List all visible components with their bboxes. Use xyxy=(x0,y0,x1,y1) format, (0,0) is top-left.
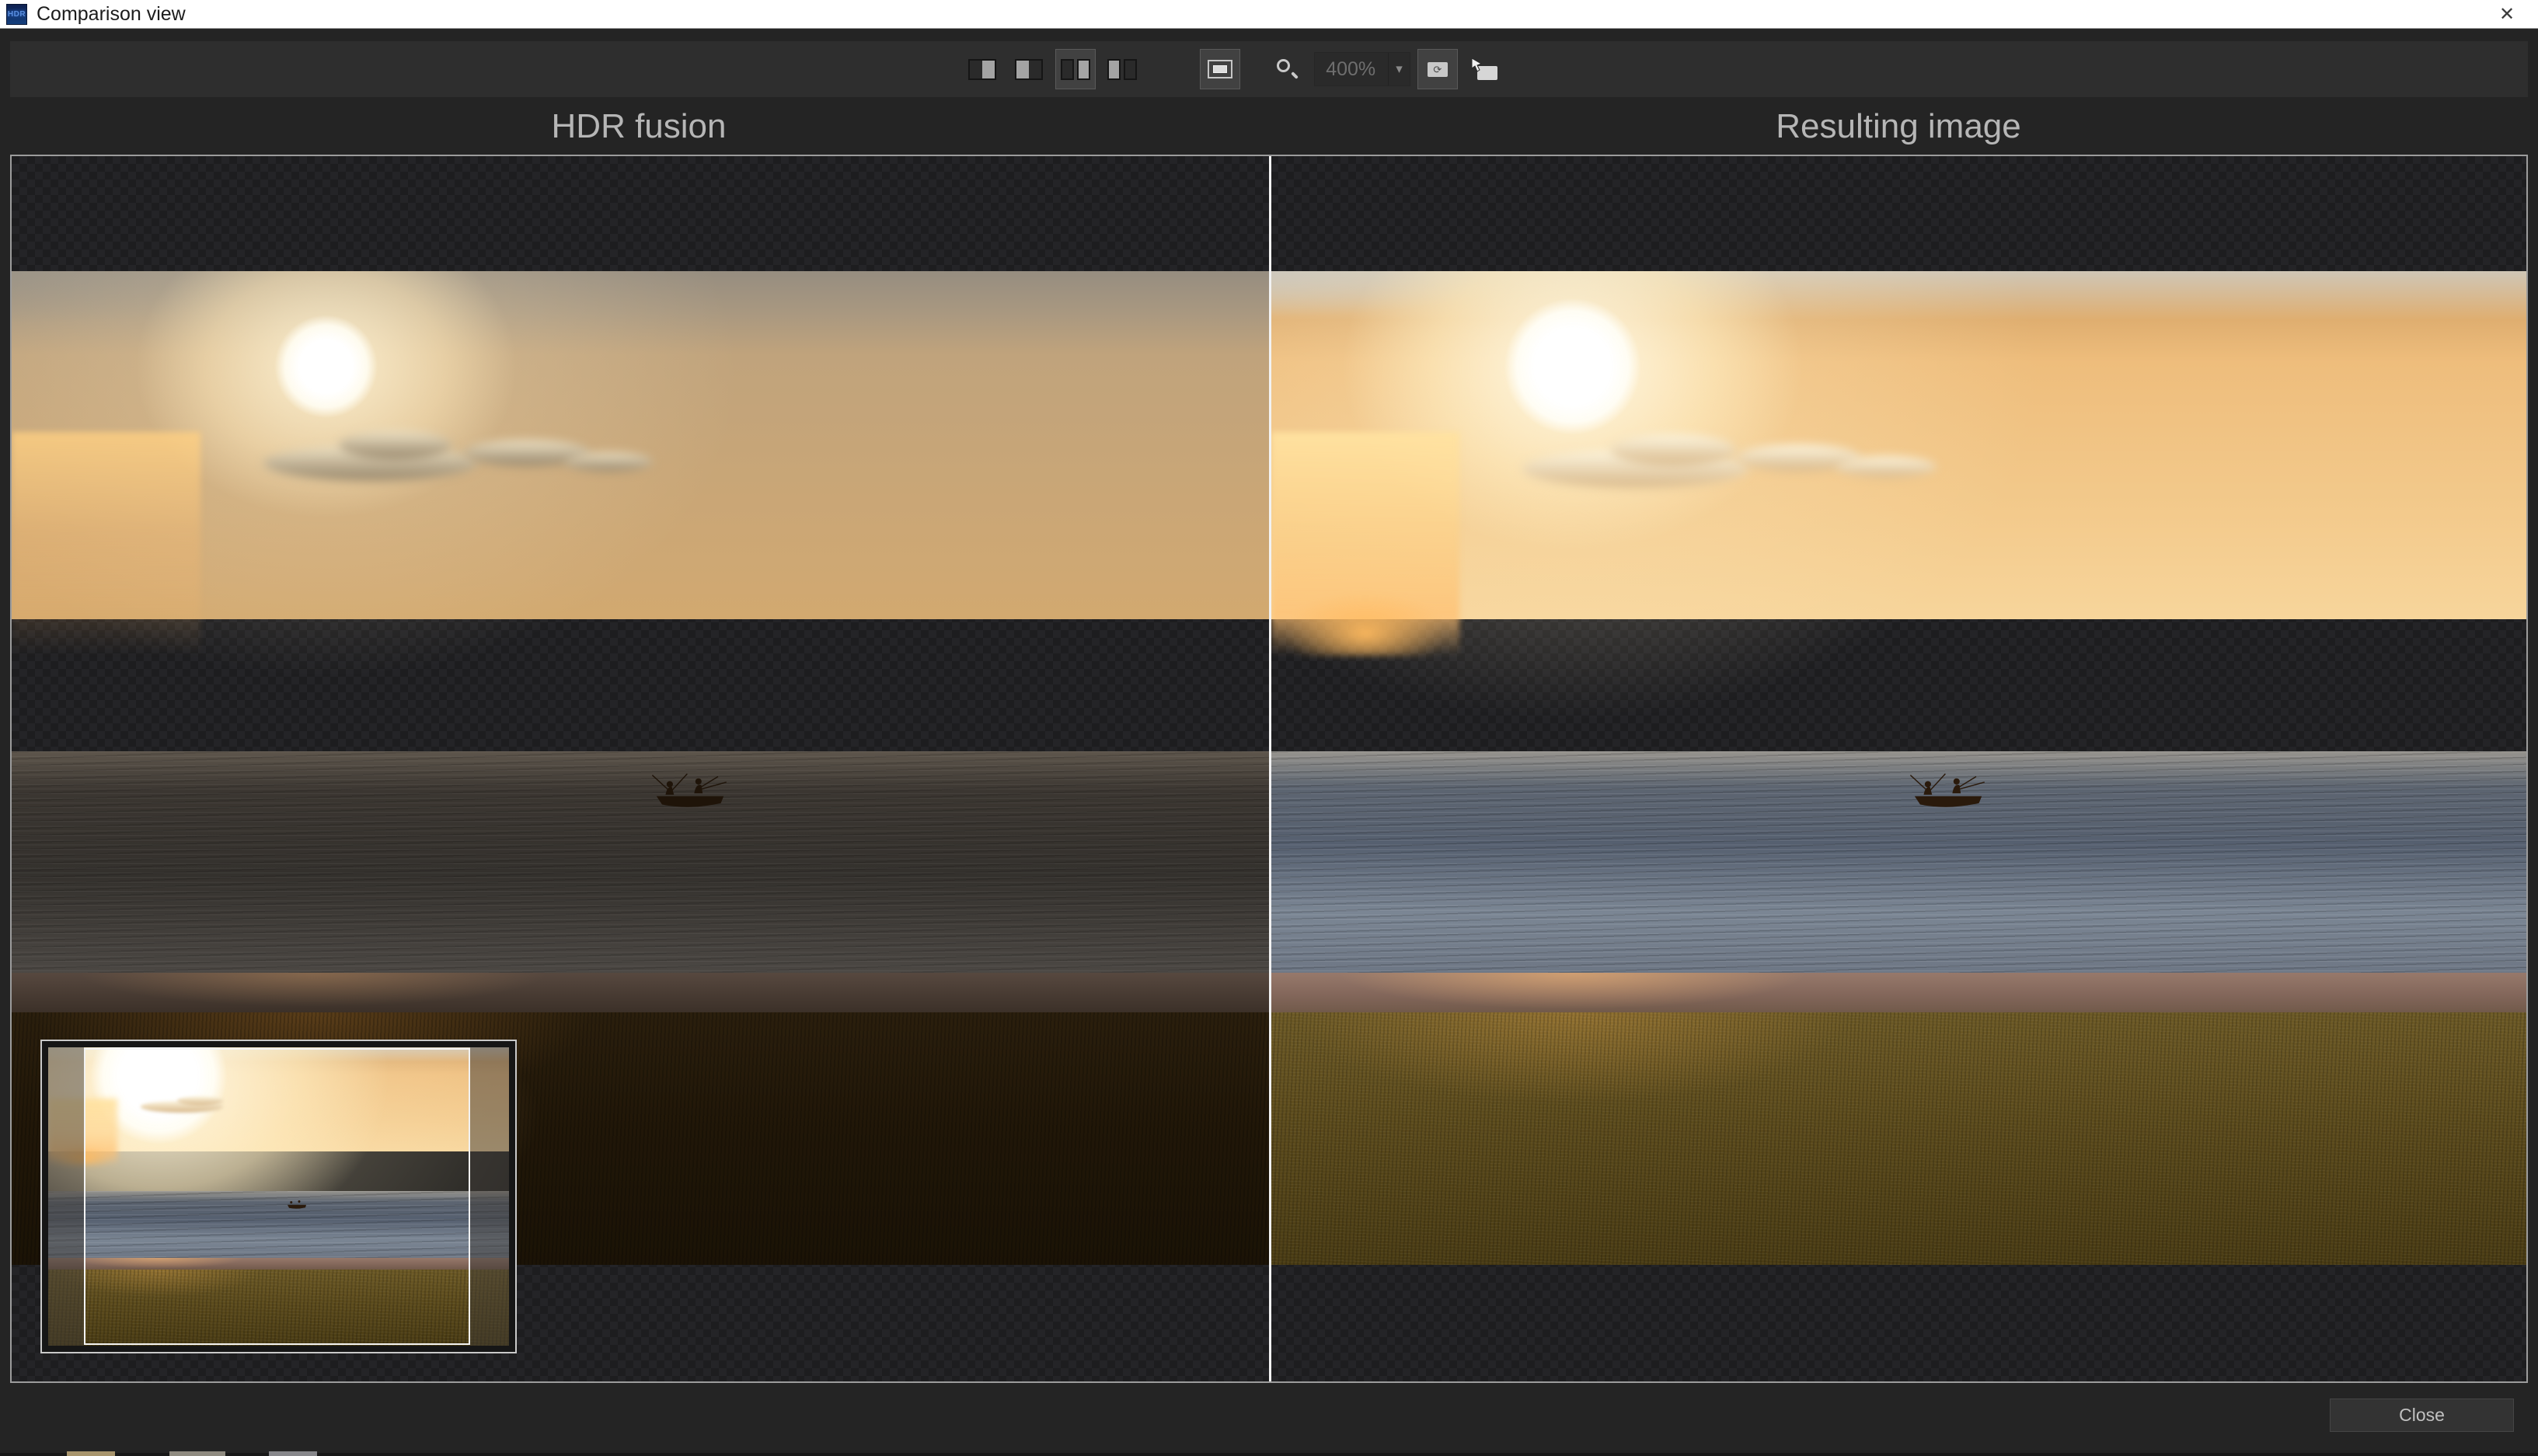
fishing-boat xyxy=(648,772,732,816)
close-button[interactable]: Close xyxy=(2330,1399,2514,1432)
magnifier-icon xyxy=(1275,57,1299,81)
right-pane-title: Resulting image xyxy=(1270,107,2527,146)
navigator-viewport-rect[interactable] xyxy=(84,1048,470,1345)
beach-strip xyxy=(1271,973,2526,1015)
beach-strip xyxy=(12,973,1269,1015)
fit-to-view-button[interactable] xyxy=(1465,50,1504,89)
fit-to-view-icon xyxy=(1471,58,1497,80)
window-close-button[interactable]: ✕ xyxy=(2487,0,2527,29)
resulting-photo xyxy=(1271,271,2526,1265)
background-thumbnail-fragment xyxy=(269,1451,317,1456)
compare-mode-side-by-side-left-button[interactable] xyxy=(1103,50,1142,89)
title-bar: HDR Comparison view ✕ xyxy=(0,0,2538,29)
zoom-tool-button[interactable] xyxy=(1267,50,1306,89)
split-half-left-filled-icon xyxy=(1015,59,1043,80)
background-thumbnail-fragment xyxy=(169,1451,225,1456)
cursor-arrow-icon xyxy=(1471,58,1483,72)
right-pane-image[interactable] xyxy=(1271,156,2526,1381)
compare-mode-split-right-button[interactable] xyxy=(963,50,1002,89)
background-thumbnail-fragment xyxy=(67,1451,115,1456)
lake-water xyxy=(1271,751,2526,975)
side-by-side-right-filled-icon xyxy=(1061,59,1090,80)
app-icon: HDR xyxy=(6,4,27,25)
fishing-boat xyxy=(1906,772,1990,816)
sun-reflection xyxy=(12,432,200,656)
app-icon-text: HDR xyxy=(8,10,26,19)
navigator-toggle-button[interactable] xyxy=(1201,50,1239,89)
actual-size-button[interactable]: ⟳ xyxy=(1418,50,1457,89)
pane-labels: HDR fusion Resulting image xyxy=(10,107,2528,151)
split-half-right-filled-icon xyxy=(968,59,996,80)
side-by-side-left-filled-icon xyxy=(1107,59,1137,80)
navigator-icon xyxy=(1208,60,1232,78)
background-app-strip xyxy=(0,1453,2538,1456)
lake-water xyxy=(12,751,1269,975)
grass-foreground xyxy=(1271,1012,2526,1265)
zoom-level-value: 400% xyxy=(1326,58,1380,81)
left-pane-title: HDR fusion xyxy=(10,107,1267,146)
navigator-dim-left xyxy=(48,1047,84,1346)
sun-reflection xyxy=(1271,432,1459,656)
comparison-window: HDR Comparison view ✕ xyxy=(0,0,2538,1456)
navigator-panel[interactable] xyxy=(40,1040,517,1353)
comparison-viewport[interactable] xyxy=(10,155,2528,1383)
compare-mode-split-left-button[interactable] xyxy=(1009,50,1048,89)
chevron-down-icon[interactable]: ▾ xyxy=(1389,61,1410,77)
actual-size-icon: ⟳ xyxy=(1428,62,1448,77)
compare-mode-side-by-side-right-button[interactable] xyxy=(1056,50,1095,89)
window-title: Comparison view xyxy=(37,3,186,26)
navigator-dim-right xyxy=(470,1047,509,1346)
zoom-level-combobox[interactable]: 400% ▾ xyxy=(1314,52,1410,86)
toolbar: 400% ▾ ⟳ xyxy=(10,41,2528,97)
